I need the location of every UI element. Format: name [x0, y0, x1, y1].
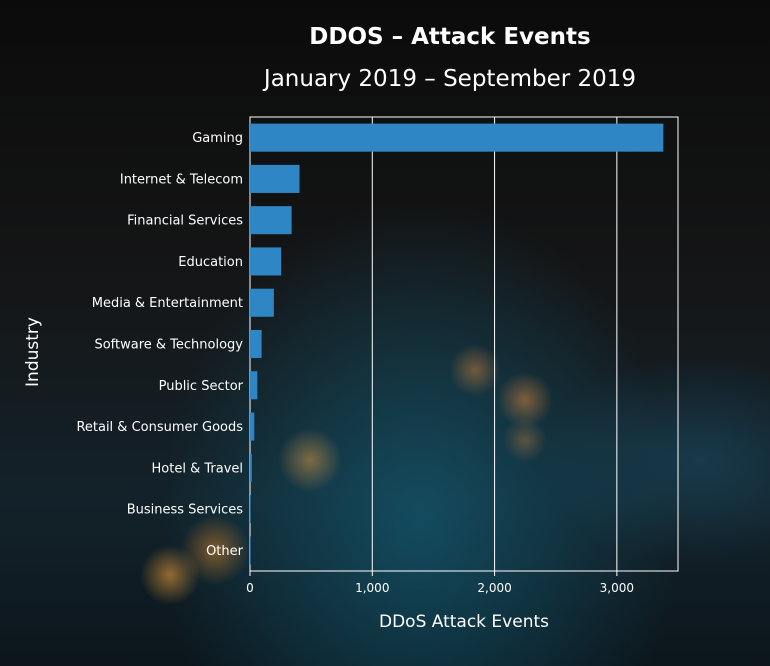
bars: [250, 123, 664, 565]
x-tick-label: 3,000: [600, 581, 634, 595]
chart-title: DDOS – Attack Events: [309, 24, 590, 50]
category-label: Hotel & Travel: [152, 461, 243, 476]
x-tick-labels: 0 1,000 2,000 3,000: [246, 571, 634, 595]
x-tick-label: 2,000: [477, 581, 511, 595]
category-label: Financial Services: [127, 214, 243, 229]
bar: [250, 495, 251, 524]
category-label: Other: [206, 544, 244, 559]
category-label: Software & Technology: [94, 338, 243, 353]
bar: [250, 453, 252, 482]
x-tick-label: 0: [246, 581, 254, 595]
category-labels: Gaming Internet & Telecom Financial Servic…: [76, 131, 243, 559]
x-axis-title: DDoS Attack Events: [379, 612, 549, 632]
bar: [250, 412, 255, 441]
bar: [250, 288, 274, 317]
grid-lines: [371, 117, 618, 571]
bar: [250, 329, 262, 359]
category-label: Education: [178, 255, 243, 270]
plot-frame: [249, 116, 679, 572]
bar: [250, 206, 292, 235]
bar-chart: DDOS – Attack Events January 2019 – Sept…: [23, 24, 679, 632]
category-label: Internet & Telecom: [120, 172, 243, 187]
category-label: Public Sector: [159, 379, 244, 394]
bar: [250, 371, 258, 400]
category-label: Retail & Consumer Goods: [76, 420, 243, 435]
bar: [250, 536, 251, 565]
category-label: Media & Entertainment: [92, 296, 243, 311]
category-label: Gaming: [192, 131, 243, 146]
category-label: Business Services: [127, 503, 244, 518]
bar: [250, 247, 282, 276]
x-tick-label: 1,000: [355, 581, 389, 595]
chart-subtitle: January 2019 – September 2019: [262, 66, 636, 92]
y-axis-title: Industry: [23, 317, 43, 387]
bar: [250, 164, 300, 193]
bar: [250, 123, 664, 152]
